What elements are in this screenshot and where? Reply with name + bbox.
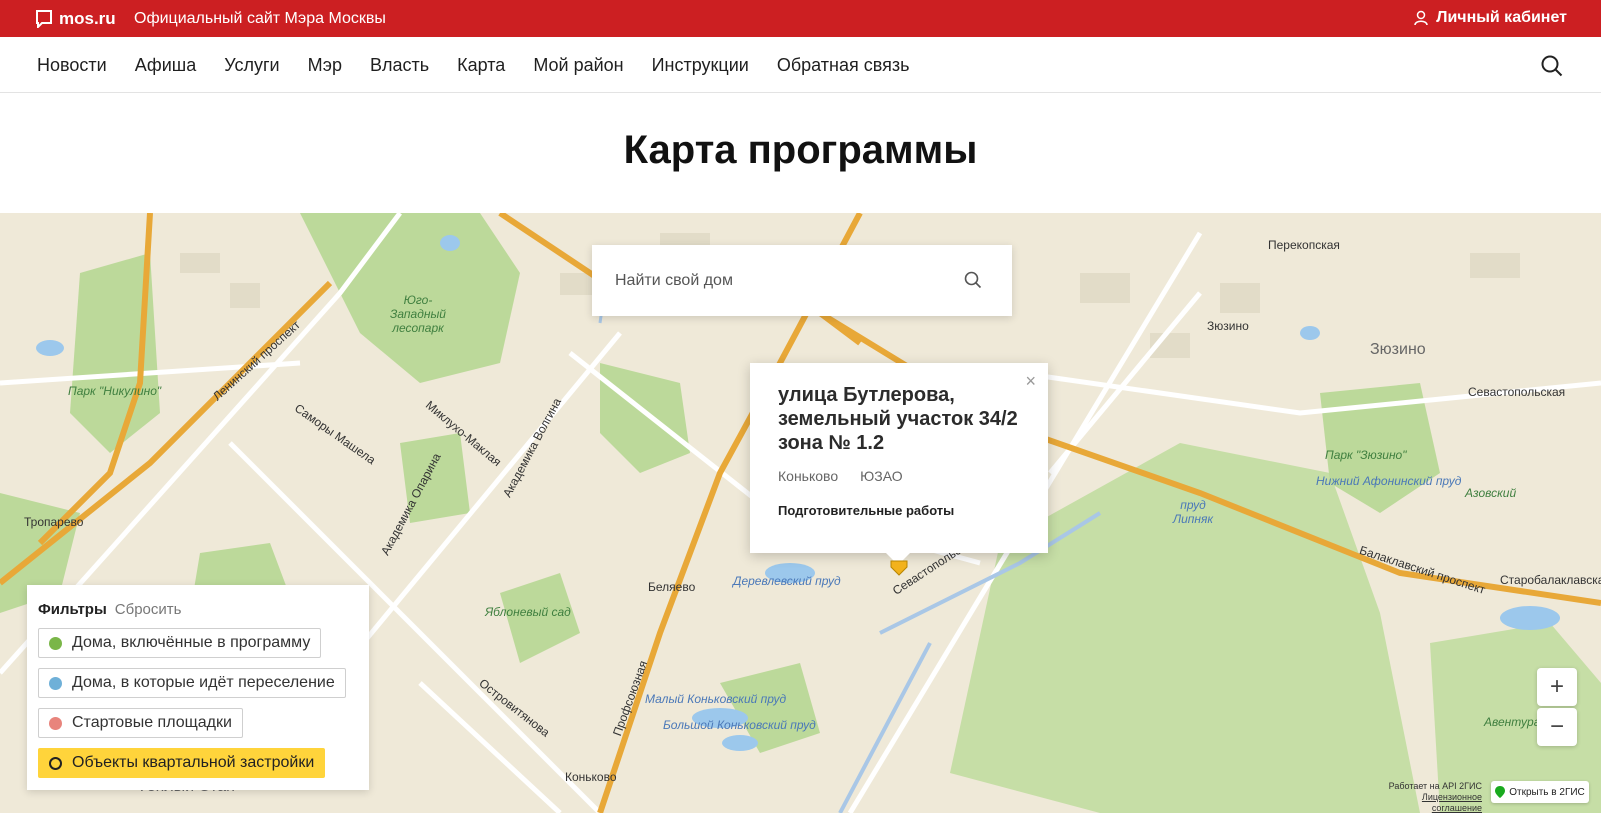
object-popup: улица Бутлерова, земельный участок 34/2 …: [750, 363, 1048, 565]
filters-header: Фильтры Сбросить: [38, 601, 181, 618]
nav-items: Новости Афиша Услуги Мэр Власть Карта Мо…: [37, 55, 937, 76]
nav-item-services[interactable]: Услуги: [224, 55, 279, 76]
map-label-derevlevsky-prud: Деревлевский пруд: [733, 574, 841, 588]
map-attribution: Работает на API 2ГИС Лицензионное соглаш…: [1370, 781, 1482, 814]
map-label-yugo-zapadny: Юго-Западный лесопарк: [390, 293, 446, 335]
logo-text: mos.ru: [59, 9, 116, 28]
speech-bubble-icon: [36, 10, 52, 28]
map-search-box: [592, 245, 1012, 316]
map-label-park-zyuzino: Парк "Зюзино": [1325, 448, 1407, 462]
filter-program-houses[interactable]: Дома, включённые в программу: [38, 628, 322, 658]
close-icon[interactable]: ×: [1025, 371, 1036, 392]
map-label-nizhny-afoninsky: Нижний Афонинский пруд: [1316, 474, 1462, 488]
open-2gis-label: Открыть в 2ГИС: [1509, 786, 1585, 798]
map-label-park-nikulino: Парк "Никулино": [68, 384, 162, 398]
popup-meta: Коньково ЮЗАО: [778, 468, 925, 484]
attribution-api[interactable]: Работает на API 2ГИС: [1370, 781, 1482, 792]
map-label-perekopskaya: Перекопская: [1268, 238, 1340, 252]
nav-item-my-district[interactable]: Мой район: [533, 55, 623, 76]
user-icon: [1414, 10, 1428, 26]
map-label-azovskiy: Азовский: [1465, 486, 1517, 500]
map-label-starobalaklavskaya: Старобалаклавская: [1500, 573, 1601, 587]
nav-item-mayor[interactable]: Мэр: [308, 55, 342, 76]
filter-label: Дома, в которые идёт переселение: [72, 674, 335, 691]
map-search-button[interactable]: [964, 271, 982, 294]
map-label-zyuzino-area: Зюзино: [1370, 341, 1426, 358]
pin-icon: [1495, 786, 1506, 798]
nav-item-feedback[interactable]: Обратная связь: [777, 55, 910, 76]
zoom-out-button[interactable]: −: [1537, 708, 1577, 746]
map-label-zyuzino-station: Зюзино: [1207, 319, 1249, 333]
ring-icon: [49, 756, 62, 770]
red-dot-icon: [49, 716, 62, 730]
nav-item-map[interactable]: Карта: [457, 55, 505, 76]
site-title[interactable]: Официальный сайт Мэра Москвы: [134, 10, 386, 28]
popup-okrug: ЮЗАО: [860, 468, 903, 484]
popup-district: Коньково: [778, 468, 839, 484]
filter-label: Объекты квартальной застройки: [72, 754, 315, 771]
map-label-konkovo: Коньково: [565, 770, 617, 784]
zoom-in-button[interactable]: +: [1537, 668, 1577, 706]
filters-reset-button[interactable]: Сбросить: [115, 601, 182, 618]
popup-status: Подготовительные работы: [778, 503, 955, 518]
filters-title: Фильтры: [38, 601, 107, 618]
map-marker-icon[interactable]: [889, 557, 909, 577]
nav-item-instructions[interactable]: Инструкции: [652, 55, 749, 76]
filter-label: Стартовые площадки: [72, 714, 232, 731]
personal-cabinet-link[interactable]: Личный кабинет: [1414, 9, 1567, 27]
search-icon: [964, 271, 982, 289]
map-label-prud-lipnyak: пруд Липняк: [1172, 498, 1214, 526]
map-label-aventura: Авентура: [1484, 715, 1541, 729]
nav-item-news[interactable]: Новости: [37, 55, 107, 76]
popup-title: улица Бутлерова, земельный участок 34/2 …: [778, 384, 1018, 454]
green-dot-icon: [49, 636, 62, 650]
mos-logo[interactable]: mos.ru: [36, 9, 116, 29]
cabinet-label: Личный кабинет: [1436, 9, 1567, 26]
map-label-sevastopolskaya: Севастопольская: [1468, 385, 1566, 399]
map-label-bolshoy-konkovsky: Большой Коньковский пруд: [663, 718, 816, 732]
map-search-input[interactable]: [615, 267, 935, 295]
nav-item-government[interactable]: Власть: [370, 55, 429, 76]
map-label-yablonevy-sad: Яблоневый сад: [485, 605, 571, 619]
nav-item-afisha[interactable]: Афиша: [135, 55, 197, 76]
filter-label: Дома, включённые в программу: [72, 634, 311, 651]
top-bar: mos.ru Официальный сайт Мэра Москвы Личн…: [0, 0, 1601, 37]
filter-resettlement-houses[interactable]: Дома, в которые идёт переселение: [38, 668, 346, 698]
page-title: Карта программы: [623, 128, 978, 172]
open-2gis-button[interactable]: Открыть в 2ГИС: [1491, 781, 1589, 803]
main-nav: Новости Афиша Услуги Мэр Власть Карта Мо…: [0, 37, 1601, 93]
filter-quarterly-development[interactable]: Объекты квартальной застройки: [38, 748, 326, 778]
map-label-troparevo: Тропарево: [24, 515, 84, 529]
nav-search-button[interactable]: [1541, 55, 1563, 82]
map-label-belyaevo: Беляево: [648, 580, 696, 594]
filter-starting-sites[interactable]: Стартовые площадки: [38, 708, 243, 738]
blue-dot-icon: [49, 676, 62, 690]
map-label-maly-konkovsky: Малый Коньковский пруд: [645, 692, 787, 706]
filters-panel: Фильтры Сбросить Дома, включённые в прог…: [27, 585, 369, 790]
attribution-license[interactable]: Лицензионное соглашение: [1370, 792, 1482, 814]
search-icon: [1541, 55, 1563, 77]
